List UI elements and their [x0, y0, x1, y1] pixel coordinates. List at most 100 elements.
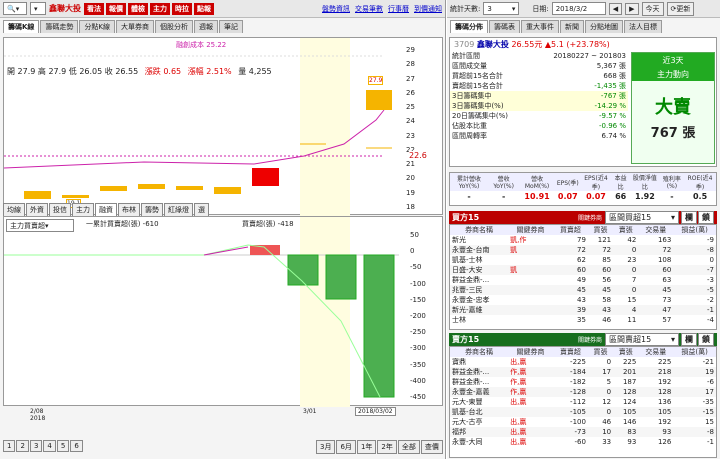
table-head: 關鍵券商	[508, 225, 553, 235]
toolbar-link[interactable]: 盤勢資訊	[322, 4, 350, 14]
indicator-tick: -150	[410, 295, 426, 304]
tab-right[interactable]: 籌碼表	[489, 20, 520, 33]
toolbar-link[interactable]: 到價通知	[414, 4, 442, 14]
table-cell: -128	[570, 388, 586, 396]
table-row[interactable]: 永豐-大同 出,贏 -60 33 93 126 -1	[450, 437, 716, 447]
indicator-tab[interactable]: 投信	[49, 203, 71, 217]
table-cell: 0	[631, 286, 637, 294]
page-button[interactable]: 1	[3, 440, 16, 452]
table-row[interactable]: 寶鼎 出,贏 -225 0 225 225 -21	[450, 357, 716, 367]
fin-head: EPS(季)	[554, 173, 581, 191]
table-row[interactable]: 日盛-大安 凱 60 60 0 60 -7	[450, 265, 716, 275]
days-select[interactable]: 3 ▾	[483, 2, 520, 15]
date-input[interactable]: 2018/3/2	[551, 2, 606, 15]
table-cell: -182	[570, 378, 586, 386]
table-row[interactable]: 永豐金-忠孝 43 58 15 73 -2	[450, 295, 716, 305]
table-cell: 56	[602, 276, 612, 284]
stock-star-icon[interactable]: ▾	[30, 2, 46, 15]
fin-value: 0.07	[557, 191, 578, 201]
tab-right[interactable]: 法人目標	[624, 20, 662, 33]
indicator-tab[interactable]: 均線	[3, 203, 25, 217]
tab-left[interactable]: 個股分析	[155, 20, 194, 33]
prev-button[interactable]: ◀	[608, 2, 623, 15]
indicator-tab[interactable]: 選	[194, 203, 209, 217]
toolbar-button[interactable]: 看法	[84, 2, 104, 15]
tab-left[interactable]: 筆記	[219, 20, 244, 33]
table-row[interactable]: 元大-東豐 出,贏 -112 12 124 136 -35	[450, 397, 716, 407]
tab-right[interactable]: 分點地圖	[585, 20, 623, 33]
table-row[interactable]: 永豐金-嘉義 作,贏 -128 0 128 128 17	[450, 387, 716, 397]
refresh-button[interactable]: ⟳更新	[666, 1, 695, 16]
indicator-tab[interactable]: 外資	[26, 203, 48, 217]
indicator-tab[interactable]: 主力	[72, 203, 94, 217]
toolbar-link[interactable]: 行事曆	[388, 4, 409, 14]
table-cell: 43	[602, 306, 612, 314]
page-button[interactable]: 2	[16, 440, 29, 452]
toolbar-link[interactable]: 交易筆數	[355, 4, 383, 14]
table-row[interactable]: 兆豐-三民 45 45 0 45 -5	[450, 285, 716, 295]
tab-left[interactable]: 分點K線	[79, 20, 116, 33]
range-button[interactable]: 6月	[336, 440, 356, 454]
range-button[interactable]: 1年	[356, 440, 377, 454]
stock-name: 鑫聯大投	[49, 4, 81, 13]
toolbar-button[interactable]: 主力	[150, 2, 170, 15]
page-button[interactable]: 4	[43, 440, 56, 452]
table-row[interactable]: 元大-古亭 出,贏 -100 46 146 192 15	[450, 417, 716, 427]
tab-left[interactable]: 週報	[194, 20, 219, 33]
table-row[interactable]: 新光-嘉維 39 43 4 47 -1	[450, 305, 716, 315]
range-button[interactable]: 查價	[420, 440, 443, 454]
indicator-tab[interactable]: 籌勢	[141, 203, 163, 217]
buy-lock-button[interactable]: 鎖	[698, 211, 714, 224]
sell-col-button[interactable]: 欄	[681, 333, 697, 346]
tab-left[interactable]: 籌碼K線	[3, 20, 40, 33]
search-dropdown[interactable]: 🔍▾	[3, 2, 27, 15]
tab-left[interactable]: 大單券商	[116, 20, 155, 33]
toolbar-button[interactable]: 報價	[106, 2, 126, 15]
tab-left[interactable]: 籌碼走勢	[40, 20, 79, 33]
table-row[interactable]: 群益金鼎-... 作,贏 -184 17 201 218 19	[450, 367, 716, 377]
table-cell: 201	[622, 368, 637, 376]
buy-col-button[interactable]: 欄	[681, 211, 697, 224]
table-cell: 85	[602, 256, 612, 264]
price-chart[interactable]: 融創成本 25.22 開 27.9 高 27.9 低 26.05 收 26.55…	[3, 37, 443, 216]
page-button[interactable]: 5	[56, 440, 70, 452]
table-row[interactable]: 凱基-台北 -105 0 105 105 -15	[450, 407, 716, 417]
table-cell: -225	[570, 358, 586, 366]
buy-select[interactable]: 區間買超15 ▾	[605, 211, 679, 224]
table-row[interactable]: 永豐金-台南 凱 72 72 0 72 -8	[450, 245, 716, 255]
tab-right[interactable]: 新聞	[560, 20, 584, 33]
table-row[interactable]: 福邦 出,贏 -73 10 83 93 -8	[450, 427, 716, 437]
toolbar-button[interactable]: 體檢	[128, 2, 148, 15]
table-cell: 45	[662, 286, 672, 294]
table-row[interactable]: 群益金鼎-... 作,贏 -182 5 187 192 -6	[450, 377, 716, 387]
table-cell: 58	[602, 296, 612, 304]
indicator-select[interactable]: 主力買賣超 ▾	[6, 219, 74, 232]
candle	[138, 184, 165, 189]
page-button[interactable]: 3	[29, 440, 43, 452]
today-button[interactable]: 今天	[641, 1, 664, 16]
next-button[interactable]: ▶	[625, 2, 639, 15]
sell-select[interactable]: 區間賣超15 ▾	[605, 333, 679, 346]
indicator-tab[interactable]: 布林	[118, 203, 140, 217]
tab-right[interactable]: 籌碼分佈	[450, 20, 488, 33]
table-row[interactable]: 群益金鼎-... 49 56 7 63 -3	[450, 275, 716, 285]
tab-right[interactable]: 重大事件	[521, 20, 559, 33]
indicator-tab[interactable]: 紅綠燈	[164, 203, 193, 217]
toolbar-button[interactable]: 點報	[194, 2, 214, 15]
toolbar-button[interactable]: 時拉	[172, 2, 192, 15]
indicator-tab[interactable]: 融資	[95, 203, 117, 217]
summary-row: 賣超前15名合計 -1,435 張	[450, 81, 628, 91]
indicator-chart[interactable]: 主力買賣超 ▾ 一累計買賣超(張) -610 買賣超(張) -418 50 0 -50…	[3, 216, 443, 407]
table-row[interactable]: 新光 凱,作 79 121 42 163 -9	[450, 235, 716, 245]
range-button[interactable]: 3月	[316, 440, 336, 454]
table-row[interactable]: 凱基-士林 62 85 23 108 0	[450, 255, 716, 265]
table-cell: 4	[631, 306, 637, 314]
table-head: 買張	[587, 225, 614, 235]
range-button[interactable]: 2年	[377, 440, 397, 454]
table-cell: 凱	[510, 246, 518, 254]
table-row[interactable]: 士林 35 46 11 57 -4	[450, 315, 716, 325]
sell-lock-button[interactable]: 鎖	[698, 333, 714, 346]
summary-label: 區間周轉率	[452, 132, 487, 140]
page-button[interactable]: 6	[70, 440, 83, 452]
range-button[interactable]: 全部	[397, 440, 420, 454]
